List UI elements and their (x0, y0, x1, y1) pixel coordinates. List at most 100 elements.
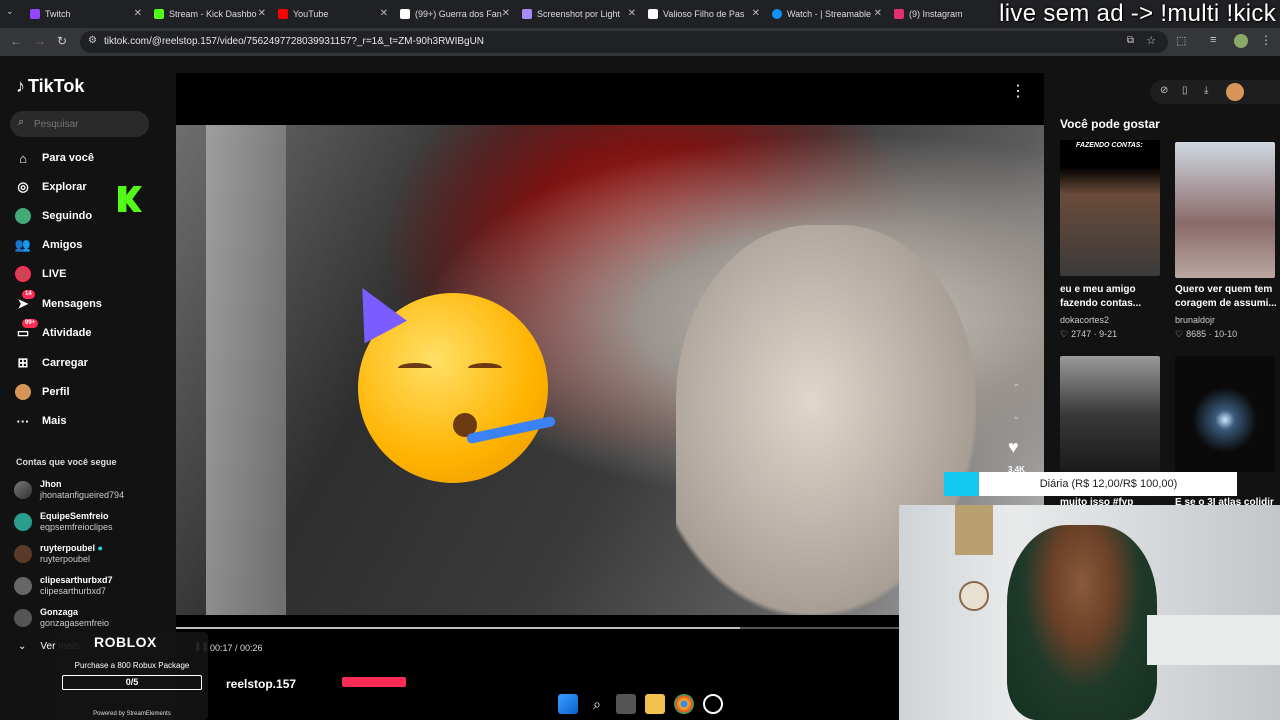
tab-youtube[interactable]: YouTube ✕ (274, 3, 392, 25)
close-icon[interactable]: ✕ (628, 8, 636, 19)
nav-label: Carregar (42, 357, 88, 369)
install-icon[interactable]: ⧉ (1127, 35, 1134, 46)
tab-twitch[interactable]: Twitch ✕ (26, 3, 146, 25)
more-options-icon[interactable]: ⋮ (1010, 81, 1026, 101)
account-name: EquipeSemfreio (40, 511, 109, 521)
recommend-author[interactable]: brunaldojr (1175, 315, 1215, 325)
search-icon: ⌕ (18, 116, 25, 128)
nav-carregar[interactable]: ⊞ Carregar (14, 352, 88, 374)
coin-icon[interactable]: ⊘ (1160, 85, 1168, 96)
following-item[interactable]: Gonzaga gonzagasemfreio (14, 604, 109, 632)
recommend-caption[interactable]: Quero ver quem tem coragem de assumi... (1175, 283, 1277, 311)
nav-amigos[interactable]: 👥 Amigos (14, 234, 82, 256)
close-icon[interactable]: ✕ (258, 8, 266, 19)
address-bar[interactable]: ⚙ tiktok.com/@reelstop.157/video/7562497… (80, 31, 1168, 53)
following-item[interactable]: Jhon jhonatanfigueired794 (14, 476, 124, 504)
chrome-icon[interactable] (674, 694, 694, 714)
windows-start-icon[interactable] (558, 694, 578, 714)
search-input[interactable] (34, 115, 144, 133)
youtube-icon (278, 9, 288, 19)
recommend-thumbnail[interactable]: FAZENDO CONTAS: (1060, 140, 1160, 276)
search-icon[interactable]: ⌕ (587, 694, 607, 714)
nav-atividade[interactable]: ▭ 99+ Atividade (14, 319, 92, 344)
tab-screenshot[interactable]: Screenshot por Light ✕ (518, 3, 640, 25)
wall-clock (959, 581, 989, 611)
friends-icon: 👥 (14, 237, 32, 252)
top-actions: ⊘ ▯ ⤓ (1150, 80, 1280, 104)
chevron-down-icon[interactable]: ⌄ (1012, 411, 1020, 422)
recommend-author[interactable]: dokacortes2 (1060, 315, 1109, 325)
recommend-thumbnail[interactable] (1175, 142, 1275, 278)
forward-icon[interactable]: → (34, 34, 46, 48)
close-icon[interactable]: ✕ (752, 8, 760, 19)
account-handle: eqpsemfreioclipes (40, 522, 113, 532)
kick-logo-icon (118, 186, 142, 212)
avatar (14, 609, 32, 627)
like-icon[interactable]: ♥ (1008, 437, 1019, 458)
recommend-heading: Você pode gostar (1060, 117, 1160, 131)
nav-seguindo[interactable]: Seguindo (14, 205, 92, 227)
tab-search-icon[interactable]: ⌄ (6, 6, 20, 20)
tiktok-note-icon: ♪ (16, 76, 25, 96)
nav-mais[interactable]: ··· Mais (14, 410, 67, 432)
roblox-count: 0/5 (62, 675, 202, 690)
tab-instagram[interactable]: (9) Instagram (890, 3, 986, 25)
avatar (14, 481, 32, 499)
task-view-icon[interactable] (616, 694, 636, 714)
back-icon[interactable]: ← (10, 34, 22, 48)
site-info-icon[interactable]: ⚙ (88, 35, 97, 46)
nav-perfil[interactable]: Perfil (14, 381, 70, 403)
video-author[interactable]: reelstop.157 (226, 677, 296, 691)
nav-label: Mais (42, 415, 67, 427)
heart-icon: ♡ (1175, 329, 1184, 339)
tab-kick[interactable]: Stream - Kick Dashbo ✕ (150, 3, 270, 25)
following-item[interactable]: ruyterpoubel ● ruyterpoubel (14, 540, 103, 568)
nav-mensagens[interactable]: ➤ 14 Mensagens (14, 290, 102, 315)
goal-bar: Diária (R$ 12,00/R$ 100,00) (944, 472, 1237, 496)
account-name: ruyterpoubel ● (40, 543, 103, 554)
account-name: clipesarthurbxd7 (40, 575, 113, 585)
profile-avatar[interactable] (1234, 34, 1248, 48)
following-item[interactable]: clipesarthurbxd7 clipesarthurbxd7 (14, 572, 113, 600)
close-icon[interactable]: ✕ (502, 8, 510, 19)
nav-explorar[interactable]: ◎ Explorar (14, 176, 86, 198)
live-icon (14, 265, 32, 283)
tab-streamable[interactable]: Watch - | Streamable ✕ (768, 3, 886, 25)
search-box[interactable]: ⌕ (10, 111, 149, 137)
taskbar: ⌕ (550, 690, 730, 718)
download-icon[interactable]: ⤓ (1204, 85, 1208, 96)
following-item[interactable]: EquipeSemfreio eqpsemfreioclipes (14, 508, 113, 536)
recommend-thumbnail[interactable] (1175, 356, 1275, 472)
nav-para-voce[interactable]: ⌂ Para você (14, 147, 94, 169)
activity-badge: 99+ (22, 319, 39, 328)
door-frame (206, 125, 286, 615)
nav-label: Para você (42, 152, 94, 164)
device-icon[interactable]: ▯ (1182, 85, 1188, 96)
chevron-up-icon[interactable]: ⌃ (1012, 383, 1020, 394)
roblox-package-text: Purchase a 800 Robux Package (74, 661, 190, 670)
bookmark-icon[interactable]: ☆ (1146, 34, 1156, 47)
avatar (14, 577, 32, 595)
reload-icon[interactable]: ↻ (57, 34, 67, 48)
recommend-caption[interactable]: eu e meu amigo fazendo contas... (1060, 283, 1160, 311)
tab-tiktok-2[interactable]: Valioso Filho de Pas ✕ (644, 3, 764, 25)
recommend-thumbnail[interactable] (1060, 356, 1160, 472)
user-avatar[interactable] (1226, 83, 1244, 101)
tab-tiktok-1[interactable]: (99+) Guerra dos Fan ✕ (396, 3, 514, 25)
menu-icon[interactable]: ⋮ (1260, 33, 1272, 47)
extensions-icon[interactable]: ⬚ (1176, 34, 1186, 47)
chevron-down-icon: ⌄ (18, 641, 27, 652)
app-icon[interactable] (703, 694, 723, 714)
avatar (14, 545, 32, 563)
account-handle: clipesarthurbxd7 (40, 586, 107, 596)
close-icon[interactable]: ✕ (874, 8, 882, 19)
tiktok-logo[interactable]: ♪ TikTok (16, 76, 84, 97)
close-icon[interactable]: ✕ (380, 8, 388, 19)
close-icon[interactable]: ✕ (134, 8, 142, 19)
tab-label: (9) Instagram (909, 9, 963, 19)
file-explorer-icon[interactable] (645, 694, 665, 714)
sidebar-icon[interactable]: ≡ (1210, 34, 1216, 46)
recommend-stats: ♡ 8685 · 10-10 (1175, 329, 1237, 340)
nav-live[interactable]: LIVE (14, 263, 66, 285)
follow-button[interactable] (342, 677, 406, 687)
